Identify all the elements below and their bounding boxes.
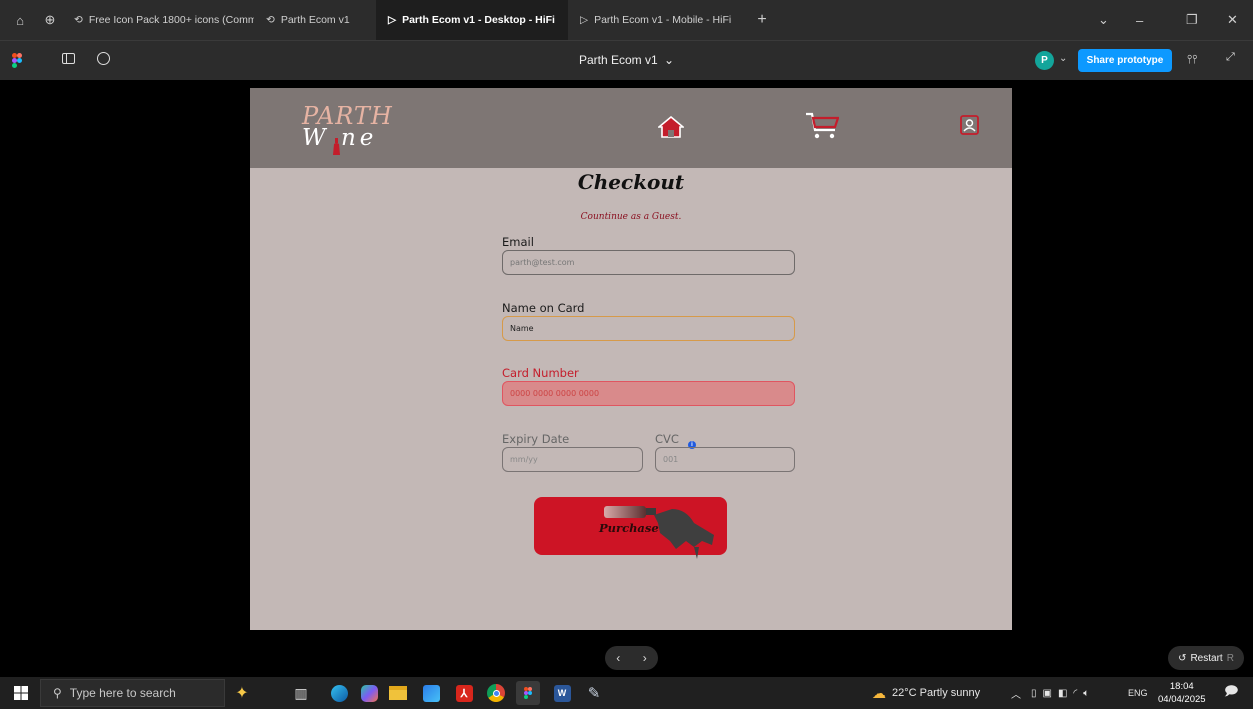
figma-taskbar-icon[interactable] xyxy=(516,681,540,705)
purchase-label: Purchase xyxy=(599,521,659,535)
figma-toolbar: Parth Ecom v1 ⌄ P ⌄ Share prototype ⫯⫯ ⤢ xyxy=(0,40,1253,80)
file-explorer-icon[interactable] xyxy=(386,681,410,705)
site-logo[interactable]: PARTH W ne xyxy=(302,104,393,151)
next-frame-button[interactable]: › xyxy=(643,651,647,665)
clock-date: 04/04/2025 xyxy=(1158,694,1206,705)
name-on-card-field[interactable]: Name xyxy=(502,316,795,341)
continue-as-guest-link[interactable]: Countinue as a Guest. xyxy=(250,212,1012,222)
tray-icons: ▯ ▣ ◧ ◜ 🔈︎ xyxy=(1031,677,1089,709)
wine-bottle-icon xyxy=(333,138,340,155)
tab-parth-ecom[interactable]: ⟲ Parth Ecom v1 xyxy=(254,0,376,40)
search-icon: ⚲ xyxy=(53,686,62,700)
new-tab-button[interactable]: + xyxy=(750,8,774,32)
globe-icon[interactable]: ⊕ xyxy=(38,8,62,32)
prototype-navigation: ‹ › xyxy=(605,646,658,670)
task-view-icon[interactable]: ▥ xyxy=(289,681,313,705)
language-indicator[interactable]: ENG xyxy=(1128,677,1148,709)
cart-icon[interactable] xyxy=(805,112,839,140)
close-window-icon[interactable]: ✕ xyxy=(1227,0,1238,40)
weather-sun-cloud-icon: ☁ xyxy=(872,684,886,701)
restore-icon[interactable]: ❐ xyxy=(1186,0,1198,40)
share-prototype-button[interactable]: Share prototype xyxy=(1078,49,1172,72)
purchase-button[interactable]: Purchase xyxy=(534,497,727,559)
community-icon: ⟲ xyxy=(266,14,275,26)
cvc-field[interactable]: 001 xyxy=(655,447,795,472)
windows-start-icon[interactable] xyxy=(14,686,28,700)
home-icon[interactable]: ⌂ xyxy=(8,8,32,32)
paint-icon[interactable]: ✎ xyxy=(582,681,606,705)
previous-frame-button[interactable]: ‹ xyxy=(616,651,620,665)
expiry-date-placeholder: mm/yy xyxy=(510,455,538,464)
tab-label: Parth Ecom v1 xyxy=(280,14,350,26)
tab-mobile-hifi[interactable]: ▷ Parth Ecom v1 - Mobile - HiFi xyxy=(568,0,746,40)
minimize-icon[interactable]: – xyxy=(1136,0,1143,40)
network-icon[interactable]: ◧ xyxy=(1058,688,1067,699)
restart-button[interactable]: ↺ Restart R xyxy=(1168,646,1244,670)
tab-desktop-hifi[interactable]: ▷ Parth Ecom v1 - Desktop - HiFi ✕ xyxy=(376,0,568,40)
wifi-icon[interactable]: ◜ xyxy=(1073,688,1077,699)
cvc-placeholder: 001 xyxy=(663,455,679,464)
settings-sliders-icon[interactable]: ⫯⫯ xyxy=(1187,52,1197,67)
page-title: Checkout xyxy=(577,170,685,194)
expiry-date-label: Expiry Date xyxy=(502,432,570,446)
card-number-field[interactable]: 0000 0000 0000 0000 xyxy=(502,381,795,406)
notifications-icon[interactable]: 🗩︎ xyxy=(1224,677,1238,709)
card-number-label: Card Number xyxy=(502,366,579,380)
email-label: Email xyxy=(502,235,534,249)
name-on-card-value: Name xyxy=(510,324,534,333)
photos-icon[interactable] xyxy=(419,681,443,705)
home-icon[interactable] xyxy=(658,116,684,138)
weather-text: 22°C Partly sunny xyxy=(892,687,981,699)
email-field[interactable]: parth@test.com xyxy=(502,250,795,275)
volume-icon[interactable]: 🔈︎ xyxy=(1083,688,1089,699)
prototype-canvas: PARTH W ne Checkout Countinue as a Guest… xyxy=(0,80,1253,677)
document-title-text: Parth Ecom v1 xyxy=(578,53,658,67)
chrome-icon[interactable] xyxy=(484,681,508,705)
taskbar-search-input[interactable]: ⚲ Type here to search xyxy=(40,679,225,707)
cvc-label: CVC xyxy=(655,432,679,446)
chevron-down-icon[interactable]: ⌄ xyxy=(1059,53,1067,64)
taskbar-clock[interactable]: 18:04 04/04/2025 xyxy=(1158,680,1206,706)
email-placeholder: parth@test.com xyxy=(510,258,575,267)
search-placeholder: Type here to search xyxy=(69,686,176,700)
tab-label: Parth Ecom v1 - Desktop - HiFi xyxy=(402,14,555,26)
restart-shortcut: R xyxy=(1226,652,1234,664)
acrobat-icon[interactable]: ⅄ xyxy=(452,681,476,705)
copilot-app-icon[interactable] xyxy=(357,681,381,705)
tab-label: Parth Ecom v1 - Mobile - HiFi xyxy=(594,14,732,26)
avatar[interactable]: P xyxy=(1035,51,1054,70)
expiry-date-field[interactable]: mm/yy xyxy=(502,447,643,472)
battery-icon[interactable]: ▯ xyxy=(1031,688,1037,699)
play-icon: ▷ xyxy=(388,14,397,26)
edge-icon[interactable] xyxy=(327,681,351,705)
site-header: PARTH W ne xyxy=(250,88,1012,168)
clock-time: 18:04 xyxy=(1169,681,1194,692)
windows-taskbar: ⚲ Type here to search ✦ ▥ ⅄ W ✎ ☁ 22°C P… xyxy=(0,677,1253,709)
monitor-icon[interactable]: ▣ xyxy=(1043,688,1052,699)
name-on-card-label: Name on Card xyxy=(502,301,585,315)
profile-icon[interactable] xyxy=(960,115,979,135)
restart-label: Restart xyxy=(1190,652,1223,664)
tab-free-icon-pack[interactable]: ⟲ Free Icon Pack 1800+ icons (Commu xyxy=(62,0,254,40)
tab-label: Free Icon Pack 1800+ icons (Commu xyxy=(88,14,254,26)
restart-icon: ↺ xyxy=(1178,652,1187,664)
community-icon: ⟲ xyxy=(74,14,83,26)
chevron-down-icon: ⌄ xyxy=(663,53,675,67)
checkout-frame: PARTH W ne Checkout Countinue as a Guest… xyxy=(250,88,1012,630)
word-icon[interactable]: W xyxy=(550,681,574,705)
logo-text-bottom: W ne xyxy=(302,124,378,151)
expand-icon[interactable]: ⤢ xyxy=(1226,51,1235,64)
tab-list-chevron-icon[interactable]: ⌄ xyxy=(1098,0,1109,40)
hidden-icons-chevron-icon[interactable]: ︿ xyxy=(1011,677,1021,709)
play-icon: ▷ xyxy=(580,14,589,26)
copilot-sparkle-icon[interactable]: ✦ xyxy=(230,681,254,705)
browser-tab-bar: ⌂ ⊕ ⟲ Free Icon Pack 1800+ icons (Commu … xyxy=(0,0,1253,40)
card-number-placeholder: 0000 0000 0000 0000 xyxy=(510,389,600,398)
weather-widget[interactable]: ☁ 22°C Partly sunny xyxy=(872,677,980,709)
